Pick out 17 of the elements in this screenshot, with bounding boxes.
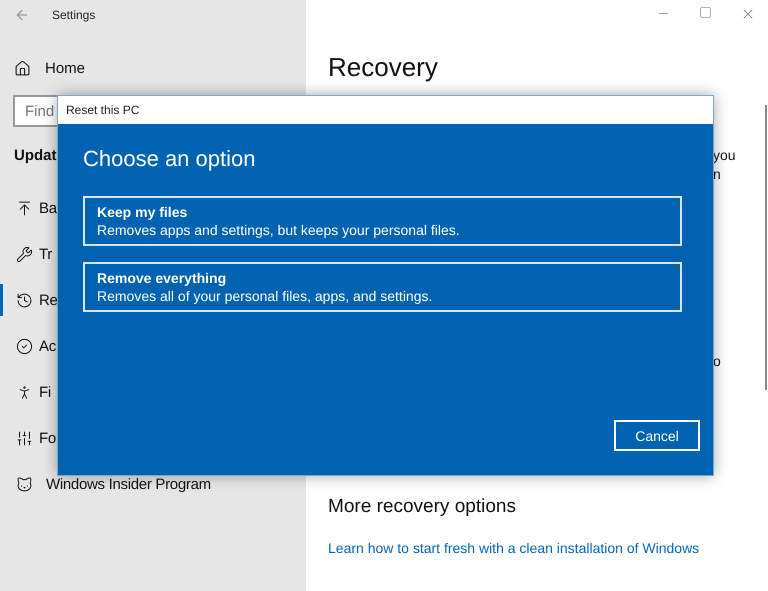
sidebar-item-label: Tr xyxy=(39,246,52,262)
body-text: o xyxy=(713,353,721,369)
window-title: Settings xyxy=(52,8,96,22)
home-label: Home xyxy=(45,60,86,77)
sidebar-item-label: Ac xyxy=(39,338,56,354)
sidebar-item-label: Ba xyxy=(39,200,57,216)
sidebar-item-label: Re xyxy=(39,292,58,308)
page-title: Recovery xyxy=(328,52,439,83)
sidebar-item-label: Windows Insider Program xyxy=(46,476,211,492)
body-text: you xyxy=(713,147,736,163)
dialog-title: Reset this PC xyxy=(66,103,140,117)
section-heading: More recovery options xyxy=(328,496,517,518)
section-heading: Updat xyxy=(14,147,56,164)
body-text: n xyxy=(713,166,721,182)
sidebar-item-label: Fi xyxy=(39,384,51,400)
sidebar-item-label: Fo xyxy=(39,430,56,446)
dialog-heading: Choose an option xyxy=(83,146,256,172)
